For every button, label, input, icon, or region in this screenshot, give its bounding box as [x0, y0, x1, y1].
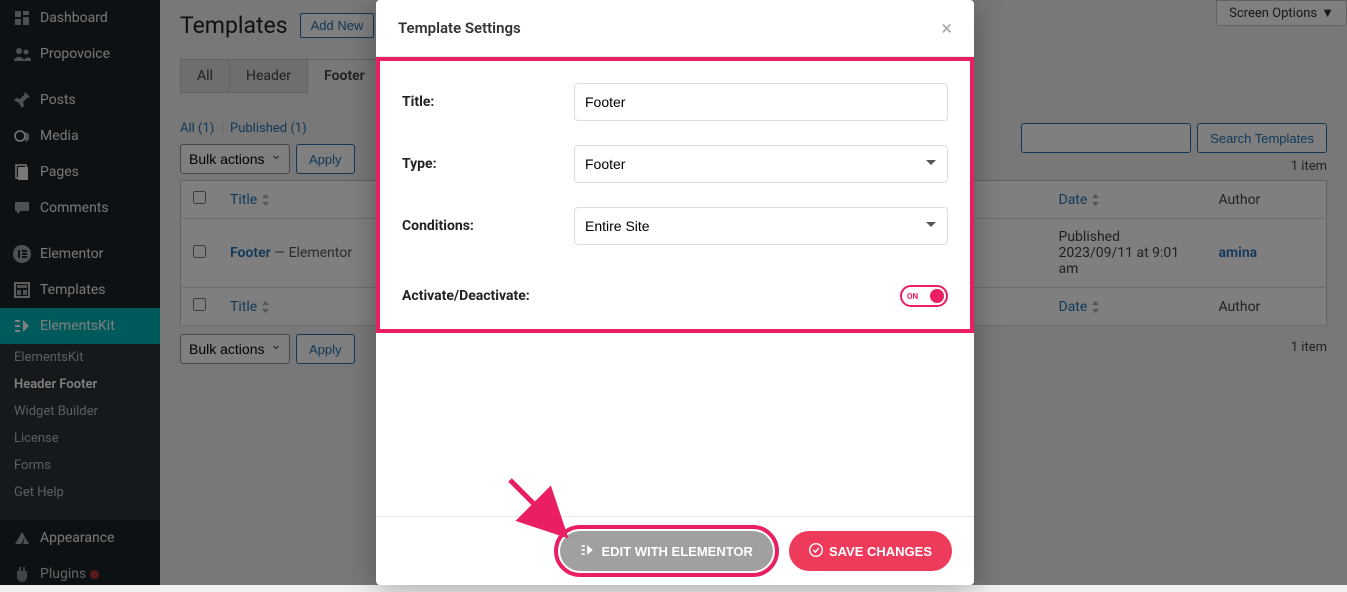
edit-with-elementor-button[interactable]: EDIT WITH ELEMENTOR: [560, 531, 773, 571]
toggle-knob: [930, 289, 944, 303]
conditions-select[interactable]: Entire Site: [574, 207, 948, 245]
toggle-state: ON: [907, 292, 918, 301]
close-icon[interactable]: ×: [941, 18, 952, 38]
template-settings-modal: Template Settings × Title: Type: Footer …: [376, 0, 974, 585]
modal-header: Template Settings ×: [376, 0, 974, 57]
conditions-label: Conditions:: [402, 218, 574, 234]
activate-label: Activate/Deactivate:: [402, 288, 574, 304]
modal-title: Template Settings: [398, 19, 521, 37]
type-label: Type:: [402, 156, 574, 172]
elementskit-icon: [580, 542, 596, 561]
check-circle-icon: [809, 543, 823, 560]
modal-body: Title: Type: Footer Conditions: Entire S…: [376, 57, 974, 516]
modal-footer: EDIT WITH ELEMENTOR SAVE CHANGES: [376, 516, 974, 585]
highlight-annotation: Title: Type: Footer Conditions: Entire S…: [376, 57, 974, 333]
title-label: Title:: [402, 94, 574, 110]
type-select[interactable]: Footer: [574, 145, 948, 183]
activate-toggle[interactable]: ON: [900, 285, 948, 307]
title-input[interactable]: [574, 83, 948, 121]
save-changes-button[interactable]: SAVE CHANGES: [789, 531, 952, 571]
